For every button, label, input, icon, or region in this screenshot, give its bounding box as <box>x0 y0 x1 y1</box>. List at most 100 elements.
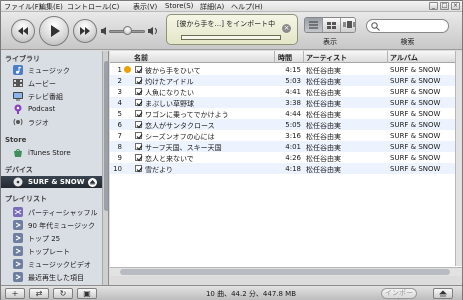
track-time: 3:16 <box>285 132 301 140</box>
sidebar-heading-devices: デバイス <box>5 166 33 174</box>
sidebar-item-radio[interactable]: ラジオ <box>1 116 102 128</box>
search-field[interactable] <box>366 19 449 33</box>
sidebar-item-cd-surf-and-snow[interactable]: SURF & SNOW <box>1 176 102 188</box>
track-number: 9 <box>117 154 122 162</box>
grid-view-button[interactable] <box>323 18 341 32</box>
track-row[interactable]: 7 シーズンオフの心には 3:16 松任谷由実 SURF & SNOW <box>110 130 455 141</box>
track-checkbox[interactable] <box>135 121 143 129</box>
track-list: 名前 時間 アーティスト アルバム 1 彼から手をひいて 4:15 松任谷由実 SURF… <box>110 51 462 276</box>
next-button[interactable] <box>73 19 97 43</box>
track-row[interactable]: 4 まぶしい草野球 3:38 松任谷由実 SURF & SNOW <box>110 97 455 108</box>
eject-disc-button[interactable] <box>433 288 453 299</box>
sidebar-scrollbar-thumb[interactable] <box>104 61 108 211</box>
sidebar-item-itunes-store[interactable]: iTunes Store <box>1 147 102 159</box>
menu-controls[interactable]: コントロール(C) <box>67 2 119 12</box>
track-list-horizontal-scrollbar[interactable] <box>110 267 462 276</box>
menu-view[interactable]: 表示(V) <box>133 2 157 12</box>
track-time: 3:38 <box>285 99 301 107</box>
track-checkbox[interactable] <box>135 88 143 96</box>
sidebar-item-top-rated[interactable]: トップレート <box>1 245 102 257</box>
track-row[interactable]: 3 人魚になりたい 4:41 松任谷由実 SURF & SNOW <box>110 86 455 97</box>
checkmark-icon <box>136 123 143 129</box>
close-button[interactable]: × <box>451 2 460 10</box>
track-checkbox[interactable] <box>135 165 143 173</box>
track-list-header: 名前 時間 アーティスト アルバム <box>110 51 455 63</box>
track-row[interactable]: 5 ワゴンに乗ってでかけよう 4:44 松任谷由実 SURF & SNOW <box>110 108 455 119</box>
track-row[interactable]: 9 恋人と来ないで 4:26 松任谷由実 SURF & SNOW <box>110 152 455 163</box>
minimize-button[interactable]: _ <box>429 2 438 10</box>
column-divider <box>303 51 304 63</box>
column-header-name[interactable]: 名前 <box>134 53 148 63</box>
track-checkbox[interactable] <box>135 66 143 74</box>
cancel-import-button[interactable]: × <box>282 24 291 33</box>
sidebar-scrollbar[interactable] <box>102 51 108 285</box>
volume-high-icon <box>148 27 157 35</box>
track-album: SURF & SNOW <box>390 165 441 173</box>
sidebar-item-recently-played[interactable]: 最近再生した項目 <box>1 271 102 283</box>
track-checkbox[interactable] <box>135 99 143 107</box>
track-checkbox[interactable] <box>135 143 143 151</box>
sidebar-heading-playlists: プレイリスト <box>5 195 47 203</box>
sidebar-item-label: 最近再生した項目 <box>28 274 84 282</box>
track-row[interactable]: 10 雪だより 4:18 松任谷由実 SURF & SNOW <box>110 163 455 174</box>
party-shuffle-icon <box>13 207 23 217</box>
track-row[interactable]: 6 恋人がサンタクロース 5:05 松任谷由実 SURF & SNOW <box>110 119 455 130</box>
import-cd-button[interactable]: インポート <box>381 288 417 300</box>
track-number: 6 <box>117 121 122 129</box>
radio-icon <box>13 118 23 126</box>
menu-advanced[interactable]: 詳細(A) <box>200 2 224 12</box>
track-row[interactable]: 8 サーフ天国、スキー天国 4:01 松任谷由実 SURF & SNOW <box>110 141 455 152</box>
track-row[interactable]: 2 灼けたアイドル 5:03 松任谷由実 SURF & SNOW <box>110 75 455 86</box>
shuffle-button[interactable]: ⇄ <box>29 288 49 299</box>
track-time: 4:18 <box>285 165 301 173</box>
checkmark-icon <box>136 79 143 85</box>
track-checkbox[interactable] <box>135 154 143 162</box>
menu-file[interactable]: ファイル(F) <box>4 2 42 12</box>
sidebar-item-top-25[interactable]: トップ 25 <box>1 232 102 244</box>
track-list-vertical-scrollbar[interactable] <box>455 51 462 266</box>
coverflow-view-button[interactable] <box>341 18 355 32</box>
track-checkbox[interactable] <box>135 110 143 118</box>
column-header-artist[interactable]: アーティスト <box>306 53 347 63</box>
column-header-time[interactable]: 時間 <box>278 53 292 63</box>
import-status-text: [彼から手を...] をインポート中 <box>176 20 276 28</box>
previous-button[interactable] <box>11 19 35 43</box>
sidebar-item-movies[interactable]: ムービー <box>1 77 102 89</box>
sidebar-item-tv-shows[interactable]: テレビ番組 <box>1 90 102 102</box>
movie-icon <box>13 79 23 87</box>
menu-store[interactable]: Store(S) <box>165 2 193 10</box>
view-buttons <box>304 17 356 33</box>
toolbar: [彼から手を...] をインポート中 × 表示 検索 <box>1 12 462 50</box>
menu-edit[interactable]: 編集(E) <box>39 2 63 12</box>
artwork-button[interactable]: ▣ <box>77 288 97 299</box>
sidebar-item-music-videos[interactable]: ミュージックビデオ <box>1 258 102 270</box>
sidebar-item-party-shuffle[interactable]: パーティーシャッフル <box>1 206 102 218</box>
list-view-button[interactable] <box>305 18 323 32</box>
plus-icon: + <box>11 289 19 298</box>
track-checkbox[interactable] <box>135 77 143 85</box>
sidebar-item-music[interactable]: ミュージック <box>1 64 102 76</box>
eject-icon[interactable] <box>88 178 97 187</box>
track-row[interactable]: 1 彼から手をひいて 4:15 松任谷由実 SURF & SNOW <box>110 64 455 75</box>
volume-slider-knob[interactable] <box>123 26 132 35</box>
repeat-icon: ↻ <box>59 289 67 298</box>
menu-help[interactable]: ヘルプ(H) <box>231 2 263 12</box>
import-progress-bar <box>181 35 281 40</box>
sidebar-item-label: ミュージック <box>28 67 70 75</box>
eject-icon <box>439 290 447 297</box>
play-button[interactable] <box>39 16 69 46</box>
track-time: 5:03 <box>285 77 301 85</box>
track-number: 8 <box>117 143 122 151</box>
horizontal-scrollbar-thumb[interactable] <box>120 269 450 275</box>
track-checkbox[interactable] <box>135 132 143 140</box>
coverflow-icon <box>343 21 355 28</box>
sidebar-item-90s-music[interactable]: 90 年代ミュージック <box>1 219 102 231</box>
checkmark-icon <box>136 145 143 151</box>
repeat-button[interactable]: ↻ <box>53 288 73 299</box>
checkmark-icon <box>136 68 143 74</box>
add-playlist-button[interactable]: + <box>5 288 25 299</box>
column-header-album[interactable]: アルバム <box>390 53 418 63</box>
maximize-button[interactable]: □ <box>440 2 449 10</box>
track-time: 4:41 <box>285 88 301 96</box>
sidebar-item-podcasts[interactable]: Podcast <box>1 103 102 115</box>
